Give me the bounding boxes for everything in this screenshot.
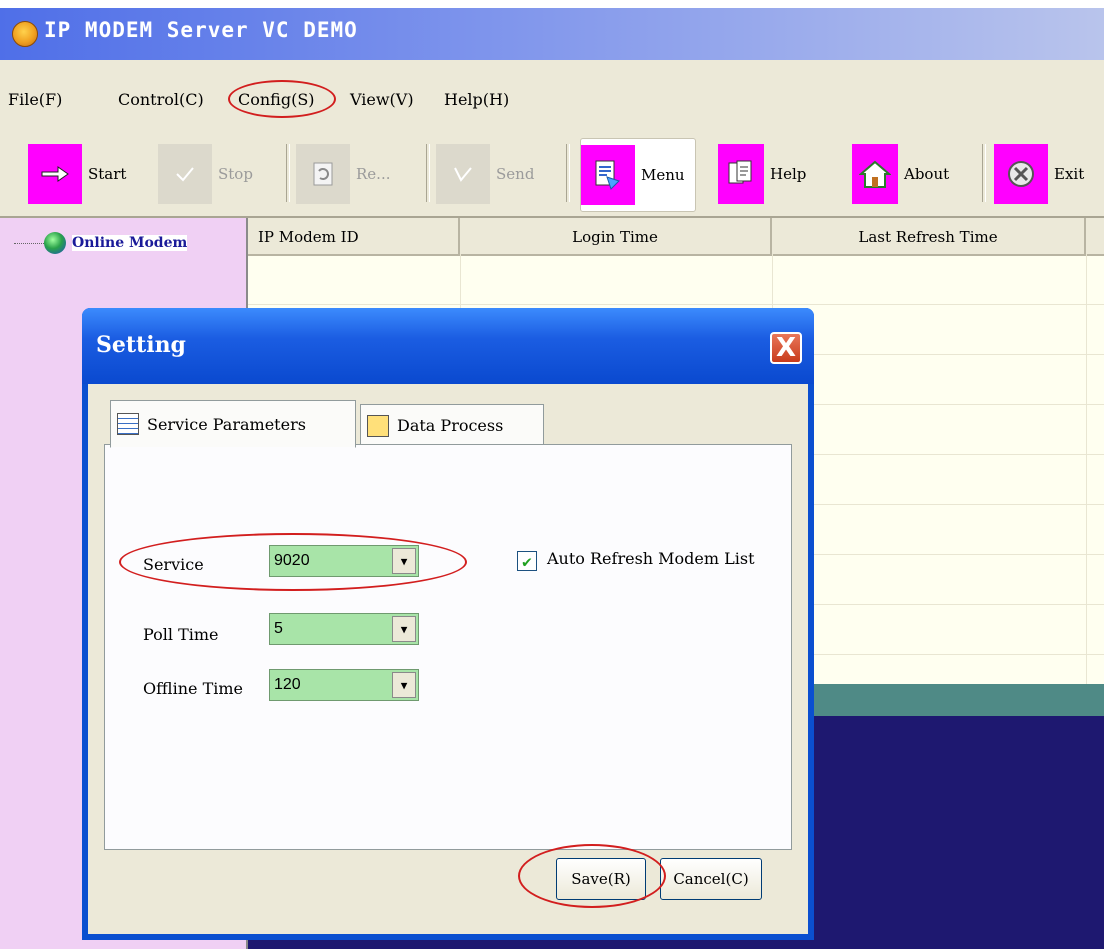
table-icon: [117, 413, 139, 435]
poll-time-combo[interactable]: 5 ▼: [269, 613, 419, 645]
dialog-title-bar: Setting X: [82, 308, 814, 384]
exit-label: Exit: [1054, 165, 1085, 183]
service-highlight-ellipse: [119, 533, 467, 591]
save-highlight-ellipse: [518, 844, 666, 908]
toolbar-separator: [566, 144, 570, 202]
menu-control[interactable]: Control(C): [118, 90, 204, 109]
help-button[interactable]: Help: [718, 138, 806, 210]
offline-time-combo[interactable]: 120 ▼: [269, 669, 419, 701]
send-label: Send: [496, 165, 535, 183]
chevron-down-icon[interactable]: ▼: [392, 672, 416, 698]
send-icon: [436, 144, 490, 204]
house-icon: [852, 144, 898, 204]
window-title: IP MODEM Server VC DEMO: [44, 18, 358, 42]
tab-label: Data Process: [397, 416, 504, 435]
column-ip-modem-id[interactable]: IP Modem ID: [248, 218, 460, 254]
about-label: About: [904, 165, 950, 183]
auto-refresh-checkbox[interactable]: ✔: [517, 551, 537, 571]
help-label: Help: [770, 165, 807, 183]
exit-button[interactable]: Exit: [994, 138, 1084, 210]
list-header: IP Modem ID Login Time Last Refresh Time: [248, 218, 1104, 256]
refresh-button[interactable]: Re...: [296, 138, 390, 210]
globe-icon: [44, 232, 66, 254]
tab-data-process[interactable]: Data Process: [360, 404, 544, 446]
offline-time-label: Offline Time: [143, 679, 244, 698]
cancel-button[interactable]: Cancel(C): [660, 858, 762, 900]
chevron-down-icon[interactable]: ▼: [392, 616, 416, 642]
close-icon[interactable]: X: [770, 332, 802, 364]
poll-time-label: Poll Time: [143, 625, 219, 644]
toolbar-separator: [426, 144, 430, 202]
refresh-label: Re...: [356, 165, 391, 183]
stop-button[interactable]: Stop: [158, 138, 253, 210]
menu-label: Menu: [641, 166, 685, 184]
tree-item-label: Online Modem: [72, 235, 188, 251]
menu-button[interactable]: Menu: [580, 138, 696, 212]
setting-dialog: Setting X Service Parameters Data Proces…: [82, 308, 814, 940]
stop-label: Stop: [218, 165, 253, 183]
tab-label: Service Parameters: [147, 414, 306, 434]
start-label: Start: [88, 165, 127, 183]
exit-icon: [994, 144, 1048, 204]
help-icon: [718, 144, 764, 204]
check-icon: [158, 144, 212, 204]
column-login-time[interactable]: Login Time: [460, 218, 772, 254]
refresh-icon: [296, 144, 350, 204]
document-icon: [367, 414, 389, 437]
offline-time-value: 120: [274, 676, 301, 693]
grid-line: [248, 304, 1104, 305]
dialog-title: Setting: [96, 332, 186, 358]
menu-file[interactable]: File(F): [8, 90, 62, 109]
send-button[interactable]: Send: [436, 138, 534, 210]
menu-icon: [581, 145, 635, 205]
menu-bar: File(F) Control(C) Config(S) View(V) Hel…: [0, 60, 1104, 131]
app-icon: [12, 21, 38, 47]
tree-connector: [14, 243, 44, 244]
dialog-body: Service Parameters Data Process Service …: [88, 384, 808, 934]
arrow-right-icon: [28, 144, 82, 204]
toolbar-separator: [286, 144, 290, 202]
tree-item-online-modem[interactable]: Online Modem: [44, 232, 188, 254]
column-last-refresh-time[interactable]: Last Refresh Time: [772, 218, 1086, 254]
start-button[interactable]: Start: [28, 138, 126, 210]
menu-view[interactable]: View(V): [350, 90, 414, 109]
grid-line: [1086, 254, 1087, 684]
toolbar: Start Stop Re... Send Menu Help About Ex…: [0, 130, 1104, 218]
menu-help[interactable]: Help(H): [444, 90, 509, 109]
auto-refresh-label[interactable]: Auto Refresh Modem List: [547, 549, 755, 568]
tab-service-parameters[interactable]: Service Parameters: [110, 400, 356, 448]
poll-time-value: 5: [274, 620, 283, 637]
toolbar-separator: [982, 144, 986, 202]
config-highlight-ellipse: [228, 80, 336, 118]
service-parameters-panel: Service 9020 ▼ Poll Time 5 ▼ Offline Tim…: [104, 444, 792, 850]
about-button[interactable]: About: [852, 138, 949, 210]
title-bar: IP MODEM Server VC DEMO: [0, 8, 1104, 60]
